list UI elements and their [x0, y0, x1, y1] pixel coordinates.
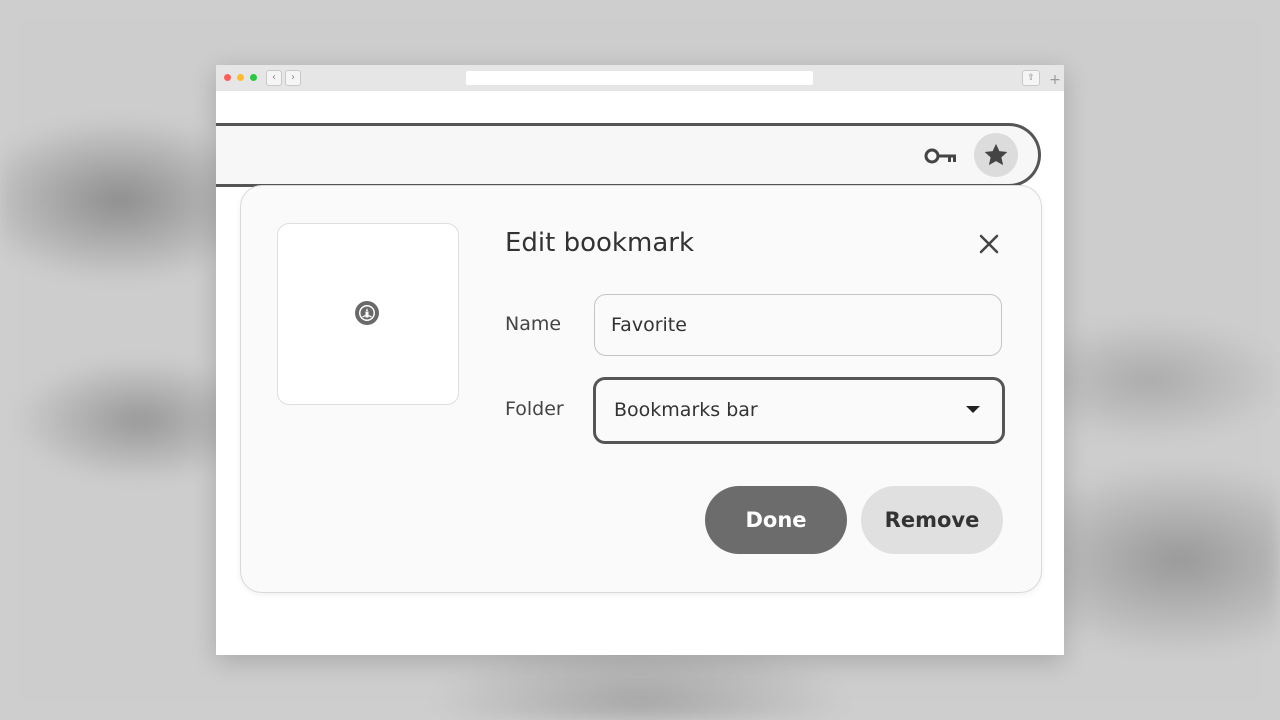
folder-select[interactable]: Bookmarks bar [593, 377, 1005, 444]
omnibox[interactable] [216, 123, 1041, 187]
starbucks-logo-icon [355, 301, 379, 325]
bookmark-star-button[interactable] [974, 133, 1018, 177]
address-bar[interactable] [466, 71, 813, 85]
folder-selected-value: Bookmarks bar [614, 399, 758, 421]
star-icon [984, 143, 1008, 166]
title-bar: ‹ › ⇧ + [216, 65, 1064, 92]
edit-bookmark-dialog: Edit bookmark Name Folder Bookmarks bar … [240, 185, 1042, 593]
minimize-window-dot[interactable] [237, 74, 244, 81]
share-icon[interactable]: ⇧ [1022, 70, 1040, 86]
bookmark-thumbnail [277, 223, 459, 405]
new-tab-icon[interactable]: + [1048, 73, 1062, 87]
back-icon[interactable]: ‹ [266, 70, 282, 86]
key-icon[interactable] [924, 145, 958, 167]
done-button[interactable]: Done [705, 486, 847, 554]
dialog-title: Edit bookmark [505, 228, 694, 258]
folder-label: Folder [505, 398, 564, 420]
caret-down-icon [966, 406, 980, 413]
close-icon[interactable] [975, 230, 1003, 258]
zoom-window-dot[interactable] [250, 74, 257, 81]
forward-icon[interactable]: › [285, 70, 301, 86]
browser-window: ‹ › ⇧ + Edit bookmark Name Favorite Fold… [216, 65, 1064, 655]
name-label: Name [505, 313, 562, 335]
remove-button[interactable]: Remove [861, 486, 1003, 554]
page-content: Edit bookmark Name Folder Bookmarks bar … [216, 91, 1064, 655]
close-window-dot[interactable] [224, 74, 231, 81]
name-input[interactable] [594, 294, 1002, 356]
